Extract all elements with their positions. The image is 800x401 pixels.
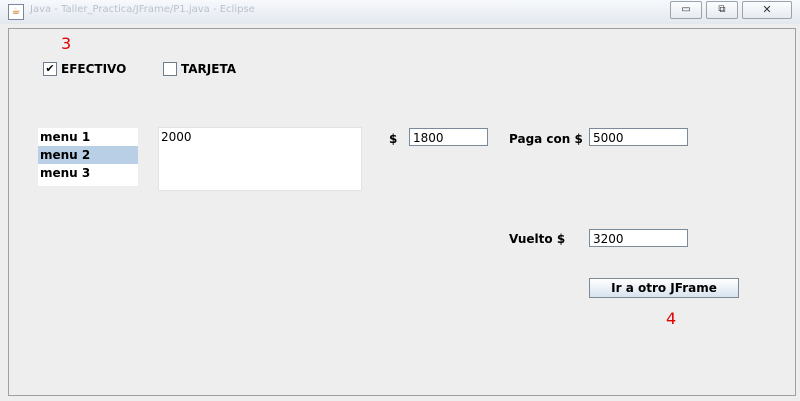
restore-button[interactable]: ⧉ <box>706 1 738 19</box>
window-title: Java - Taller_Practica/JFrame/P1.java - … <box>30 4 255 15</box>
price-field[interactable]: 1800 <box>409 128 488 146</box>
amount-text-area[interactable]: 2000 <box>158 127 362 191</box>
vuelto-label: Vuelto $ <box>509 232 566 246</box>
menu-list[interactable]: menu 1 menu 2 menu 3 <box>38 128 138 186</box>
checkbox-unchecked-icon <box>163 62 177 76</box>
vuelto-field[interactable]: 3200 <box>589 229 688 247</box>
list-item[interactable]: menu 1 <box>38 128 138 146</box>
paga-con-label: Paga con $ <box>509 132 583 146</box>
price-currency-label: $ <box>389 132 398 146</box>
checkbox-checked-icon: ✔ <box>43 62 57 76</box>
list-item[interactable]: menu 3 <box>38 164 138 182</box>
java-app-icon: ☕ <box>8 4 24 20</box>
annotation-4: 4 <box>666 309 677 328</box>
paga-con-field[interactable]: 5000 <box>589 128 688 146</box>
efectivo-label: EFECTIVO <box>61 62 127 76</box>
efectivo-checkbox[interactable]: ✔ EFECTIVO <box>43 62 126 76</box>
minimize-button[interactable]: ▭ <box>670 1 702 19</box>
jframe-content-panel <box>8 28 796 396</box>
go-to-other-jframe-button[interactable]: Ir a otro JFrame <box>589 278 739 298</box>
close-button[interactable]: ✕ <box>742 1 792 19</box>
tarjeta-checkbox[interactable]: TARJETA <box>163 62 236 76</box>
window-controls: ▭ ⧉ ✕ <box>670 1 792 19</box>
list-item-selected[interactable]: menu 2 <box>38 146 138 164</box>
title-bar: ☕ Java - Taller_Practica/JFrame/P1.java … <box>0 0 800 24</box>
tarjeta-label: TARJETA <box>181 62 236 76</box>
annotation-3: 3 <box>61 34 72 53</box>
